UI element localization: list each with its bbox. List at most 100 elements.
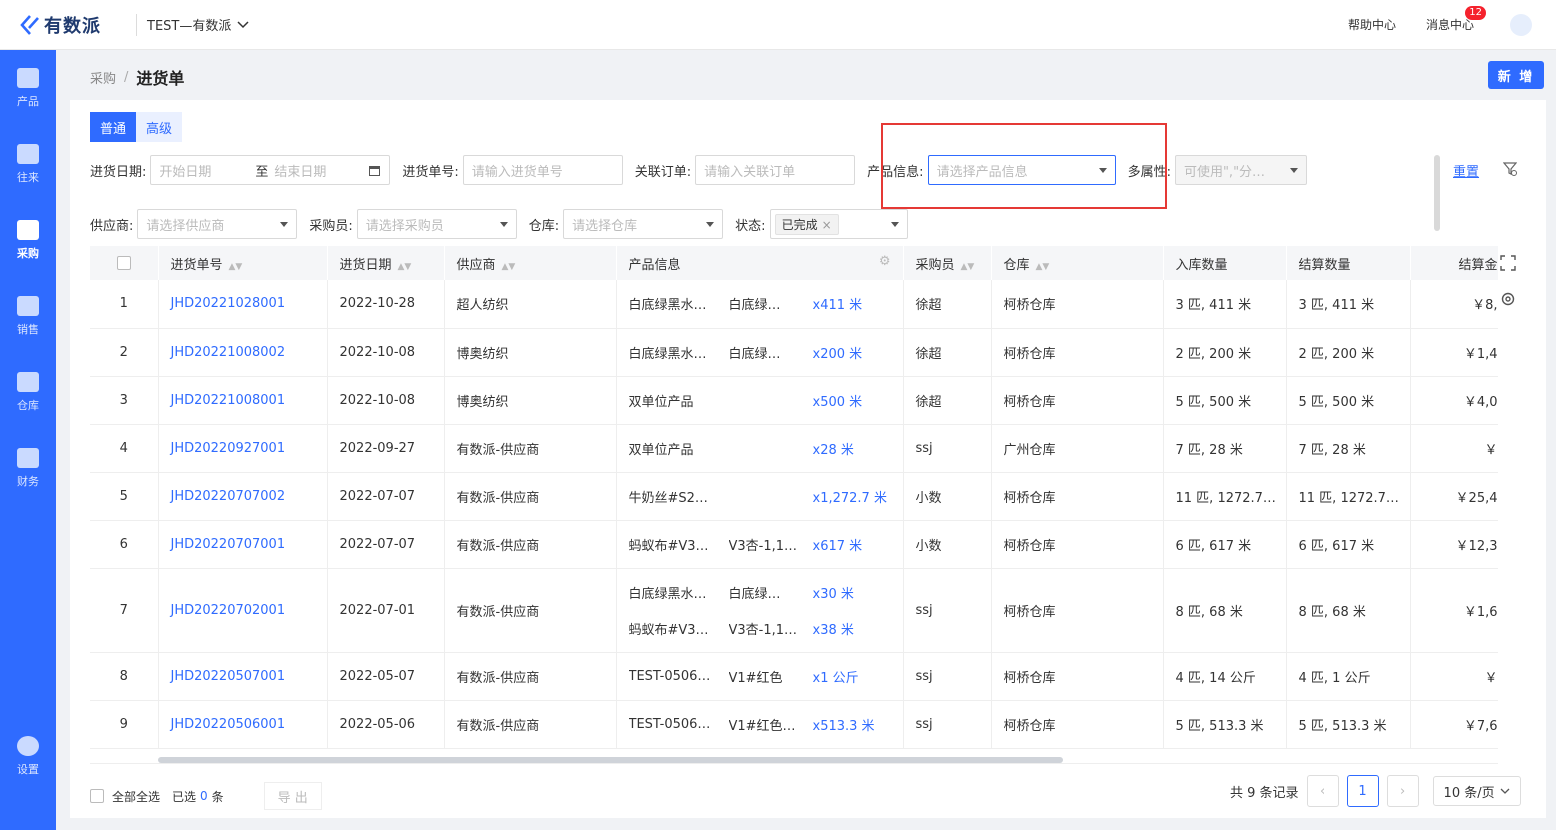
prev-page-button[interactable]: ‹ xyxy=(1306,775,1339,807)
order-no-cell: JHD20221008002 xyxy=(158,328,328,377)
buyer-name: 小数 xyxy=(915,490,942,506)
sidebar-item-purchase[interactable]: 采购 xyxy=(0,202,56,278)
date-range-picker[interactable]: 开始日期 至 结束日期 xyxy=(150,155,391,185)
logo[interactable]: 有数派 xyxy=(0,12,136,38)
tab-normal[interactable]: 普通 xyxy=(90,112,137,142)
product-cell: 牛奶丝#S2… x1,272.7 米 xyxy=(616,472,904,521)
buyer-cell: 小数 xyxy=(903,520,992,569)
sort-icon[interactable]: ▲▼ xyxy=(1036,262,1050,272)
order-no-link[interactable]: JHD20221008001 xyxy=(171,393,286,408)
sort-icon[interactable]: ▲▼ xyxy=(229,262,243,272)
col-label: 结算数量 xyxy=(1298,257,1351,273)
related-order-input[interactable]: 请输入关联订单 xyxy=(695,155,856,185)
col-supplier[interactable]: 供应商 ▲▼ xyxy=(444,246,617,280)
supplier-select[interactable]: 请选择供应商 xyxy=(137,209,298,239)
status-tag[interactable]: 已完成 × xyxy=(774,213,839,235)
order-no-cell: JHD20221028001 xyxy=(158,280,328,329)
table-row[interactable]: 6 JHD20220707001 2022-07-07 有数派-供应商 蚂蚁布#V3…… xyxy=(90,520,1498,569)
sidebar-item-contacts[interactable]: 往来 xyxy=(0,126,56,202)
order-no-link[interactable]: JHD20220507001 xyxy=(171,669,286,684)
product-qty[interactable]: x38 米 xyxy=(813,619,854,638)
product-qty[interactable]: x1,272.7 米 xyxy=(813,487,887,506)
table-row[interactable]: 8 JHD20220507001 2022-05-07 有数派-供应商 TEST-05… xyxy=(90,652,1498,701)
page-size-select[interactable]: 10 条/页 xyxy=(1432,776,1521,806)
breadcrumb-parent[interactable]: 采购 xyxy=(90,68,116,87)
sort-icon[interactable]: ▲▼ xyxy=(398,262,412,272)
avatar[interactable] xyxy=(1510,13,1532,36)
org-switcher[interactable]: TEST—有数派 xyxy=(147,15,249,34)
attr-select[interactable]: 可使用","分… xyxy=(1174,155,1307,185)
filter-clear-icon[interactable] xyxy=(1503,162,1517,176)
product-cell: 白底绿黑水… 白底绿… x200 米 xyxy=(616,328,904,377)
header-checkbox[interactable] xyxy=(116,256,131,270)
order-no-link[interactable]: JHD20220702001 xyxy=(171,603,286,618)
product-cell: 白底绿黑水… 白底绿… x30 米 蚂蚁布#V3… V3杏-1,1… x38 米 xyxy=(616,568,904,653)
highlight-box xyxy=(881,123,1167,209)
warehouse-select[interactable]: 请选择仓库 xyxy=(563,209,724,239)
sidebar-item-warehouse[interactable]: 仓库 xyxy=(0,354,56,430)
buyer-select[interactable]: 请选择采购员 xyxy=(356,209,517,239)
order-no-input[interactable]: 请输入进货单号 xyxy=(462,155,623,185)
amount-cell: ￥ xyxy=(1410,652,1498,701)
sort-icon[interactable]: ▲▼ xyxy=(961,262,975,272)
order-no-link[interactable]: JHD20220927001 xyxy=(171,441,286,456)
close-icon[interactable]: × xyxy=(822,218,832,232)
sort-icon[interactable]: ▲▼ xyxy=(502,262,516,272)
table-row[interactable]: 7 JHD20220702001 2022-07-01 有数派-供应商 白底绿黑水… … xyxy=(90,568,1498,653)
product-qty[interactable]: x513.3 米 xyxy=(813,715,875,734)
product-line: 牛奶丝#S2… x1,272.7 米 xyxy=(629,485,891,507)
warehouse-cell: 柯桥仓库 xyxy=(991,568,1164,653)
settings-small-icon[interactable]: ⚙ xyxy=(879,254,891,269)
col-warehouse[interactable]: 仓库 ▲▼ xyxy=(991,246,1164,280)
product-qty[interactable]: x30 米 xyxy=(813,583,854,602)
product-qty[interactable]: x617 米 xyxy=(813,535,863,554)
sales-icon xyxy=(17,295,39,316)
next-page-button[interactable]: › xyxy=(1386,775,1419,807)
product-qty[interactable]: x28 米 xyxy=(813,439,854,458)
sidebar-item-settings[interactable]: 设置 xyxy=(0,718,56,794)
filter-scrollbar[interactable] xyxy=(1434,155,1440,231)
status-select[interactable]: 已完成 × xyxy=(769,209,908,239)
tab-advanced[interactable]: 高级 xyxy=(136,112,183,142)
fullscreen-icon[interactable] xyxy=(1500,255,1516,271)
order-no-link[interactable]: JHD20220707002 xyxy=(171,489,286,504)
sidebar-item-sales[interactable]: 销售 xyxy=(0,278,56,354)
sidebar-item-label: 往来 xyxy=(17,170,39,184)
sidebar-item-finance[interactable]: 财务 xyxy=(0,430,56,506)
order-no-cell: JHD20220707002 xyxy=(158,472,328,521)
table-row[interactable]: 5 JHD20220707002 2022-07-07 有数派-供应商 牛奶丝#S2…… xyxy=(90,472,1498,521)
col-order-no[interactable]: 进货单号 ▲▼ xyxy=(158,246,328,280)
order-no-link[interactable]: JHD20221028001 xyxy=(171,296,286,311)
sidebar-item-product[interactable]: 产品 xyxy=(0,50,56,126)
reset-link[interactable]: 重置 xyxy=(1453,161,1479,180)
order-no-link[interactable]: JHD20221008002 xyxy=(171,345,286,360)
col-date[interactable]: 进货日期 ▲▼ xyxy=(327,246,445,280)
product-name: 白底绿黑水… xyxy=(628,298,707,314)
status-label: 状态: xyxy=(735,218,766,234)
table-row[interactable]: 2 JHD20221008002 2022-10-08 博奥纺织 白底绿黑水… 白底绿… xyxy=(90,328,1498,377)
table-row[interactable]: 9 JHD20220506001 2022-05-06 有数派-供应商 TEST-05… xyxy=(90,700,1498,749)
table-row[interactable]: 4 JHD20220927001 2022-09-27 有数派-供应商 双单位产品 x… xyxy=(90,424,1498,473)
gear-icon[interactable] xyxy=(1500,291,1516,307)
search-mode-tabs: 普通 高级 xyxy=(90,112,183,142)
product-qty[interactable]: x1 公斤 xyxy=(813,667,859,686)
table-row[interactable]: 3 JHD20221008001 2022-10-08 博奥纺织 双单位产品 x500… xyxy=(90,376,1498,425)
row-index: 4 xyxy=(119,440,128,456)
new-button[interactable]: 新 增 xyxy=(1488,61,1544,89)
help-center-link[interactable]: 帮助中心 xyxy=(1348,16,1396,33)
horizontal-scrollbar[interactable] xyxy=(158,757,1063,763)
product-qty[interactable]: x411 米 xyxy=(813,294,863,313)
selected-suffix: 条 xyxy=(211,789,224,804)
product-qty[interactable]: x500 米 xyxy=(813,391,863,410)
warehouse-name: 柯桥仓库 xyxy=(1003,394,1056,410)
page-button[interactable]: 1 xyxy=(1346,775,1379,807)
table-row[interactable]: 1 JHD20221028001 2022-10-28 超人纺织 白底绿黑水… 白底绿… xyxy=(90,280,1498,329)
export-button[interactable]: 导 出 xyxy=(263,782,322,810)
message-center-link[interactable]: 消息中心 12 xyxy=(1426,6,1486,33)
col-buyer[interactable]: 采购员 ▲▼ xyxy=(903,246,992,280)
date-to: 至 xyxy=(255,164,269,180)
product-qty[interactable]: x200 米 xyxy=(813,343,863,362)
order-no-link[interactable]: JHD20220707001 xyxy=(171,537,286,552)
order-no-link[interactable]: JHD20220506001 xyxy=(171,717,286,732)
select-all-checkbox[interactable] xyxy=(90,789,104,803)
